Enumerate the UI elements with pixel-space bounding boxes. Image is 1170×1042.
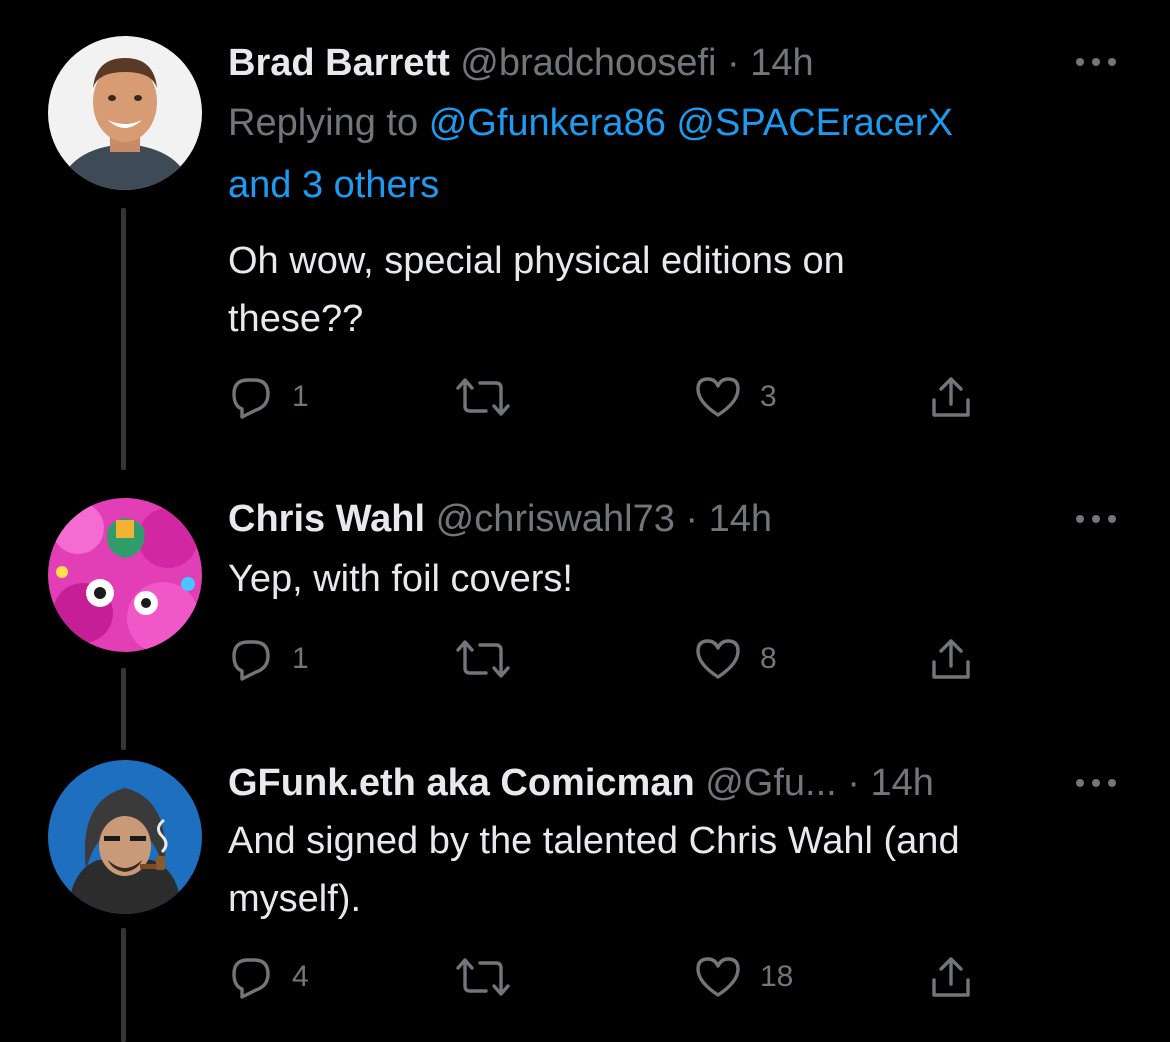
others-link[interactable]: and 3 others	[228, 164, 439, 206]
reply-icon	[232, 958, 270, 999]
more-icon[interactable]	[1072, 773, 1120, 793]
thread-line	[121, 208, 126, 470]
mention-link[interactable]: @SPACEracerX	[676, 102, 953, 144]
reply-button[interactable]: 1	[228, 634, 309, 684]
tweet[interactable]: GFunk.eth aka Comicman @Gfu... · 14h And…	[0, 750, 1170, 1042]
tweet-text-line: these??	[228, 298, 364, 340]
like-count: 8	[760, 642, 777, 675]
more-icon[interactable]	[1072, 52, 1120, 72]
retweet-icon	[456, 958, 510, 996]
separator: ·	[685, 498, 699, 540]
retweet-button[interactable]	[454, 952, 512, 1002]
tweet-text-line: Oh wow, special physical editions on	[228, 240, 845, 282]
tweet-text-line: Yep, with foil covers!	[228, 558, 573, 600]
tweet-text-line: And signed by the talented Chris Wahl (a…	[228, 820, 960, 862]
reply-count: 1	[292, 380, 309, 413]
tweet-thread: Brad Barrett @bradchoosefi · 14h Replyin…	[0, 0, 1170, 1042]
replying-to: Replying to @Gfunkera86 @SPACEracerX and…	[228, 92, 1128, 216]
reply-count: 4	[292, 960, 309, 993]
tweet-header: GFunk.eth aka Comicman @Gfu... · 14h	[228, 760, 934, 806]
tweet[interactable]: Chris Wahl @chriswahl73 · 14h Yep, with …	[0, 470, 1170, 750]
retweet-icon	[456, 378, 510, 416]
reply-count: 1	[292, 642, 309, 675]
timestamp[interactable]: 14h	[750, 42, 813, 84]
timestamp[interactable]: 14h	[709, 498, 772, 540]
tweet-header: Chris Wahl @chriswahl73 · 14h	[228, 496, 772, 542]
action-bar: 1 8	[228, 634, 988, 684]
tweet-text-line: myself).	[228, 878, 361, 920]
like-button[interactable]: 8	[694, 634, 777, 684]
action-bar: 1 3	[228, 372, 988, 422]
action-bar: 4 18	[228, 952, 988, 1002]
like-count: 3	[760, 380, 777, 413]
avatar[interactable]	[48, 36, 202, 190]
reply-button[interactable]: 1	[228, 372, 309, 422]
thread-line	[121, 668, 126, 750]
separator: ·	[847, 762, 860, 804]
tweet-text: And signed by the talented Chris Wahl (a…	[228, 812, 1128, 928]
retweet-icon	[456, 640, 510, 678]
user-handle[interactable]: @chriswahl73	[436, 498, 675, 540]
reply-icon	[232, 640, 270, 681]
share-button[interactable]	[928, 952, 974, 1002]
user-handle[interactable]: @bradchoosefi	[460, 42, 716, 84]
more-icon[interactable]	[1072, 509, 1120, 529]
display-name[interactable]: GFunk.eth aka Comicman	[228, 762, 695, 804]
reply-icon	[232, 378, 270, 419]
tweet-text: Oh wow, special physical editions on the…	[228, 232, 1128, 348]
share-icon	[932, 377, 970, 417]
retweet-button[interactable]	[454, 634, 512, 684]
user-handle[interactable]: @Gfu...	[705, 762, 837, 804]
like-button[interactable]: 18	[694, 952, 793, 1002]
mention-link[interactable]: @Gfunkera86	[429, 102, 666, 144]
share-icon	[932, 957, 970, 997]
heart-icon	[696, 639, 740, 679]
heart-icon	[696, 957, 740, 997]
timestamp[interactable]: 14h	[871, 762, 934, 804]
tweet-text: Yep, with foil covers!	[228, 550, 1128, 608]
display-name[interactable]: Brad Barrett	[228, 42, 450, 84]
thread-line	[121, 928, 126, 1042]
avatar[interactable]	[48, 760, 202, 914]
separator: ·	[727, 42, 740, 84]
share-button[interactable]	[928, 634, 974, 684]
tweet-header: Brad Barrett @bradchoosefi · 14h	[228, 40, 814, 86]
retweet-button[interactable]	[454, 372, 512, 422]
share-button[interactable]	[928, 372, 974, 422]
avatar[interactable]	[48, 498, 202, 652]
share-icon	[932, 639, 970, 679]
like-count: 18	[760, 960, 794, 993]
display-name[interactable]: Chris Wahl	[228, 498, 425, 540]
reply-button[interactable]: 4	[228, 952, 309, 1002]
replying-prefix: Replying to	[228, 102, 419, 144]
like-button[interactable]: 3	[694, 372, 777, 422]
tweet[interactable]: Brad Barrett @bradchoosefi · 14h Replyin…	[0, 0, 1170, 470]
heart-icon	[696, 377, 740, 417]
